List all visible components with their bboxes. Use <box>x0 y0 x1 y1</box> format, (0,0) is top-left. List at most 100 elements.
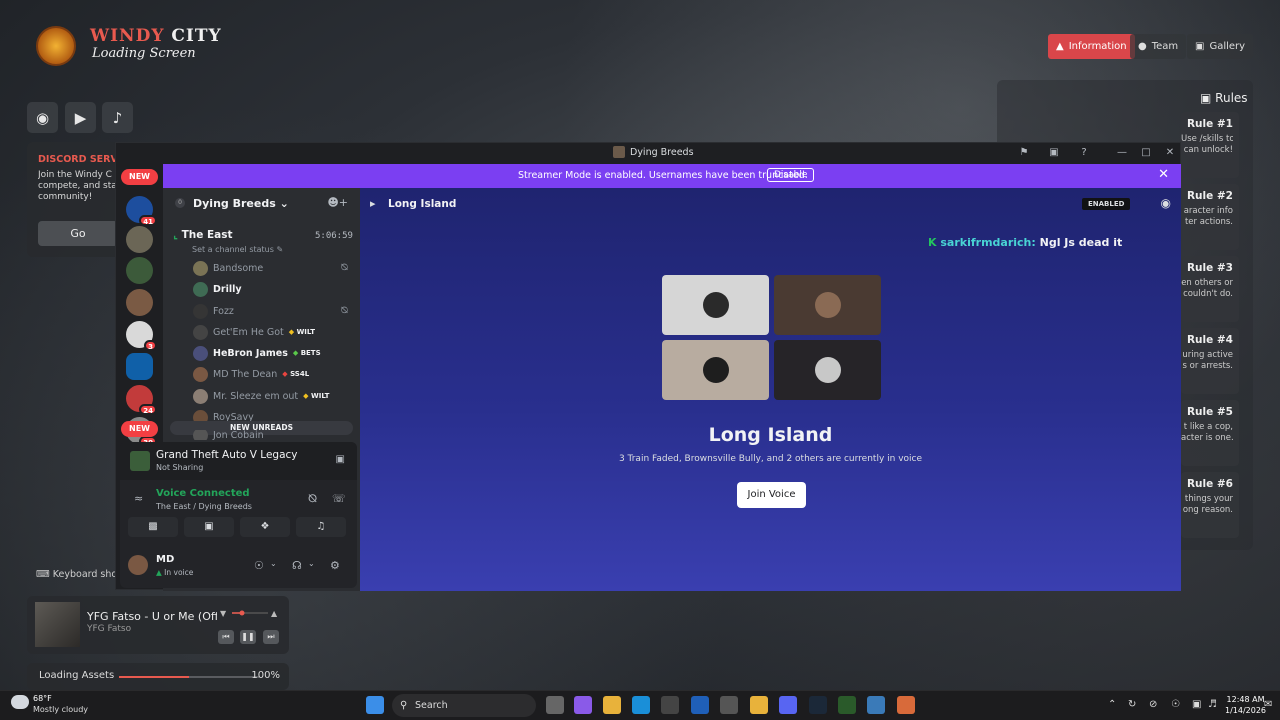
task-view-icon[interactable] <box>546 696 564 714</box>
previous-track-icon[interactable]: ⏮ <box>218 630 234 644</box>
next-track-icon[interactable]: ⏭ <box>263 630 279 644</box>
participant-tile[interactable] <box>662 275 769 335</box>
guild-header[interactable]: 0 Dying Breeds ⌄ ☻+ <box>163 188 360 219</box>
share-screen-icon[interactable]: ▣ <box>336 454 345 465</box>
server-icon-6[interactable] <box>126 353 153 380</box>
settings-gear-icon[interactable]: ⚙ <box>330 559 340 572</box>
windows-start-icon[interactable] <box>366 696 384 714</box>
volume-slider[interactable]: ▼ ▲ <box>220 608 280 618</box>
screen-share-button[interactable]: ▣ <box>184 517 234 537</box>
soundboard-button[interactable]: ♫ <box>296 517 346 537</box>
app-icon[interactable] <box>720 696 738 714</box>
xbox-icon[interactable] <box>838 696 856 714</box>
server-icon-5[interactable]: 3 <box>126 321 157 351</box>
help-icon[interactable]: ? <box>1076 145 1092 161</box>
participant-tile[interactable] <box>774 275 881 335</box>
voice-member[interactable]: Fozz ⦰ <box>193 302 353 320</box>
new-servers-pill[interactable]: NEW <box>121 169 158 185</box>
maximize-icon[interactable]: □ <box>1138 145 1154 161</box>
microphone-icon[interactable]: ☉ <box>254 559 264 572</box>
photos-icon[interactable] <box>867 696 885 714</box>
fivem-icon[interactable] <box>897 696 915 714</box>
outlook-icon[interactable] <box>691 696 709 714</box>
store-icon[interactable] <box>661 696 679 714</box>
voice-member[interactable]: Drilly <box>193 280 353 298</box>
network-off-icon[interactable]: ⊘ <box>1149 699 1157 710</box>
voice-member[interactable]: Jon Cobain <box>193 430 353 440</box>
edge-icon[interactable] <box>632 696 650 714</box>
camera-off-button[interactable]: ▩ <box>128 517 178 537</box>
noise-suppression-icon[interactable]: ⦰ <box>308 492 317 506</box>
mic-icon[interactable]: ☉ <box>1171 699 1180 710</box>
voice-member[interactable]: MD The Dean ◆ SS4L <box>193 365 353 383</box>
activities-button[interactable]: ❖ <box>240 517 290 537</box>
title-windy: WINDY <box>90 26 165 46</box>
voice-location[interactable]: The East / Dying Breeds <box>156 502 252 511</box>
participant-tile[interactable] <box>662 340 769 400</box>
disable-streamer-mode-button[interactable]: Disable <box>767 168 815 182</box>
loading-track <box>119 676 259 678</box>
participant-tile[interactable] <box>774 340 881 400</box>
tiktok-social-icon[interactable]: ♪ <box>102 102 133 133</box>
join-voice-button[interactable]: Join Voice <box>737 482 806 508</box>
headphones-icon[interactable]: ☊ <box>292 559 302 572</box>
weather-temp[interactable]: 68°F <box>33 694 52 703</box>
tag-icon: ◆ <box>282 370 288 378</box>
discord-social-icon[interactable]: ◉ <box>27 102 58 133</box>
set-channel-status[interactable]: Set a channel status ✎ <box>192 245 283 254</box>
taskbar-search[interactable]: ⚲ Search <box>392 694 536 717</box>
user-name[interactable]: MD <box>156 554 174 565</box>
nav-gallery-button[interactable]: ▣ Gallery <box>1187 34 1254 59</box>
monitor-icon[interactable]: ▣ <box>1192 699 1201 710</box>
new-servers-pill[interactable]: NEW <box>121 421 158 437</box>
nav-information-button[interactable]: ▲ Information <box>1048 34 1135 59</box>
user-avatar[interactable] <box>128 555 148 575</box>
discord-go-button[interactable]: Go <box>38 221 118 246</box>
voice-member[interactable]: HeBron James ◆ BETS <box>193 344 353 362</box>
chevron-down-icon[interactable]: ⌄ <box>308 559 315 568</box>
taskbar-clock[interactable]: 12:48 AM 1/14/2026 <box>1225 694 1266 716</box>
voice-member[interactable]: Get'Em He Got ◆ WILT <box>193 323 353 341</box>
disconnect-icon[interactable]: ☏ <box>332 492 346 505</box>
pause-icon[interactable]: ❚❚ <box>240 630 256 644</box>
sync-icon[interactable]: ↻ <box>1128 699 1136 710</box>
chevron-down-icon[interactable]: ⌄ <box>270 559 277 568</box>
add-member-icon[interactable]: ☻+ <box>327 196 348 209</box>
volume-icon[interactable]: ♬ <box>1208 699 1217 710</box>
notification-bell-icon[interactable]: ✉ <box>1264 699 1272 710</box>
screen-share-icon[interactable]: ▣ <box>1046 145 1062 161</box>
flag-icon[interactable]: ⚑ <box>1016 145 1032 161</box>
chevron-up-icon[interactable]: ⌃ <box>1108 699 1116 710</box>
enabled-badge[interactable]: ENABLED <box>1082 198 1131 210</box>
rule-line: Use /skills to see your skill points and… <box>1181 134 1233 144</box>
member-tag: ◆ WILT <box>289 328 315 336</box>
server-icon-3[interactable] <box>126 257 153 284</box>
user-status-text: In voice <box>164 568 194 577</box>
close-banner-icon[interactable]: ✕ <box>1158 167 1169 182</box>
member-avatar <box>193 303 208 319</box>
nav-team-button[interactable]: ● Team <box>1130 34 1187 59</box>
tag-icon: ◆ <box>292 349 299 357</box>
copilot-icon[interactable] <box>574 696 592 714</box>
keyboard-shortcuts[interactable]: ⌨ Keyboard shor <box>27 564 117 586</box>
server-icon-1[interactable]: 41 <box>126 196 157 226</box>
voice-channel-the-east[interactable]: ⌞ The East <box>173 229 233 241</box>
gta-icon <box>130 451 150 471</box>
rule-line: ong reason. <box>1182 505 1233 515</box>
weather-desc[interactable]: Mostly cloudy <box>33 705 88 714</box>
minimize-icon[interactable]: — <box>1114 145 1130 161</box>
steam-icon[interactable] <box>809 696 827 714</box>
youtube-social-icon[interactable]: ▶ <box>65 102 96 133</box>
discord-taskbar-icon[interactable] <box>779 696 797 714</box>
chrome-icon[interactable] <box>750 696 768 714</box>
server-icon-7[interactable]: 24 <box>126 385 157 415</box>
file-explorer-icon[interactable] <box>603 696 621 714</box>
server-icon-2[interactable] <box>126 226 153 253</box>
chat-bubble-icon[interactable]: ◉ <box>1161 196 1171 210</box>
voice-member[interactable]: Bandsome ⦰ <box>193 259 353 277</box>
voice-channel-heading: Long Island <box>708 424 833 446</box>
voice-member[interactable]: Mr. Sleeze em out ◆ WILT <box>193 387 353 405</box>
server-icon-4[interactable] <box>126 289 153 316</box>
voice-connected-status[interactable]: Voice Connected <box>156 488 250 499</box>
close-icon[interactable]: ✕ <box>1162 145 1178 161</box>
